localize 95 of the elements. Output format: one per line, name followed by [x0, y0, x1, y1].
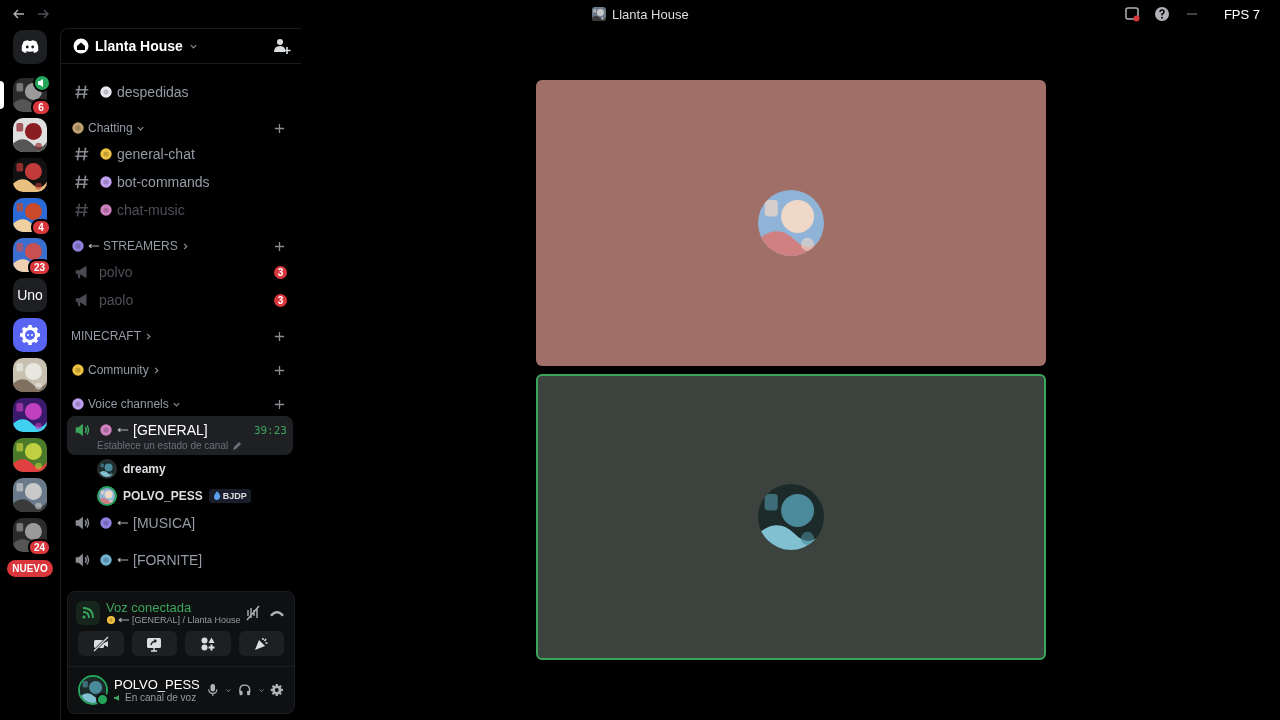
server-icon[interactable]: Uno [13, 278, 47, 312]
text-channel[interactable]: bot-commands [67, 168, 293, 196]
voice-channel[interactable]: [GENERAL] 39:23 Establece un estado de canal [67, 416, 293, 455]
emoji-icon [99, 147, 113, 161]
server-icon[interactable]: 6 [13, 78, 47, 112]
add-channel-icon[interactable] [274, 122, 285, 134]
server-icon[interactable]: 4 [13, 198, 47, 232]
server-icon[interactable]: 23 [13, 238, 47, 272]
category-label[interactable]: Community [88, 363, 149, 377]
gear-icon [18, 323, 42, 347]
video-tile[interactable] [535, 80, 1046, 366]
speaker-icon [73, 551, 91, 569]
flame-icon [212, 491, 221, 500]
squiggle-icon [118, 616, 130, 624]
home-icon [73, 38, 89, 54]
home-button[interactable] [13, 30, 47, 64]
hash-icon [73, 83, 91, 101]
activities-button[interactable] [185, 631, 231, 656]
server-icon[interactable] [13, 318, 47, 352]
camera-off-icon [92, 635, 109, 652]
noise-suppression-off-icon[interactable] [244, 603, 262, 622]
squiggle-icon [117, 519, 129, 527]
emoji-icon [99, 175, 113, 189]
user-name[interactable]: POLVO_PESS [114, 677, 200, 692]
server-icon[interactable]: 24 [13, 518, 47, 552]
server-icon[interactable] [13, 158, 47, 192]
fps-counter: FPS 7 [1223, 6, 1260, 22]
speaker-icon [73, 514, 91, 532]
category-label[interactable]: Voice channels [88, 397, 169, 411]
add-channel-icon[interactable] [274, 330, 285, 342]
call-timer: 39:23 [253, 423, 287, 437]
emoji-icon [99, 516, 113, 530]
emoji-icon [106, 615, 116, 625]
help-icon[interactable] [1153, 6, 1170, 22]
user-avatar[interactable] [78, 675, 108, 705]
voice-user-name[interactable]: dreamy [123, 461, 166, 476]
emoji-icon [99, 85, 113, 99]
server-icon[interactable] [13, 398, 47, 432]
soundboard-button[interactable] [238, 631, 284, 656]
screen-share-button[interactable] [131, 631, 177, 656]
unread-badge: 23 [27, 259, 51, 276]
voice-channel-name[interactable]: [FORNITE] [133, 552, 203, 568]
mention-badge: 3 [274, 265, 287, 279]
server-icon[interactable] [13, 358, 47, 392]
voice-status[interactable]: Voz conectada [106, 600, 238, 615]
server-icon[interactable] [13, 478, 47, 512]
hash-icon [73, 145, 91, 163]
new-badge[interactable]: NUEVO [7, 560, 53, 577]
voice-location[interactable]: [GENERAL] / Llanta House [132, 615, 241, 625]
speaker-icon [114, 693, 122, 702]
category-label[interactable]: Chatting [88, 121, 133, 135]
text-channel[interactable]: despedidas [67, 78, 293, 106]
hash-icon [73, 173, 91, 191]
screen-share-icon [146, 635, 163, 652]
voice-channel-name[interactable]: [MUSICA] [133, 515, 196, 531]
server-icon[interactable] [13, 438, 47, 472]
add-channel-icon[interactable] [274, 364, 285, 376]
mention-badge: 3 [274, 293, 287, 307]
server-icon[interactable] [13, 118, 47, 152]
unread-badge: 24 [27, 539, 51, 556]
announcement-channel[interactable]: polvo 3 [67, 258, 293, 286]
voice-user-name[interactable]: POLVO_PESS [123, 488, 203, 503]
party-horn-icon [253, 635, 270, 652]
camera-off-button[interactable] [78, 631, 124, 656]
pencil-icon[interactable] [232, 440, 243, 451]
window-title: Llanta House [612, 6, 689, 22]
squiggle-icon [88, 242, 100, 250]
squiggle-icon [117, 426, 129, 434]
guild-tag: BJDP [208, 488, 251, 503]
add-channel-icon[interactable] [274, 398, 285, 410]
unread-badge: 4 [31, 219, 51, 236]
signal-icon [80, 604, 96, 621]
emoji-icon [99, 203, 113, 217]
video-tile[interactable] [535, 374, 1046, 660]
emoji-icon [99, 423, 113, 437]
squiggle-icon [117, 556, 129, 564]
back-arrow-icon[interactable] [12, 7, 26, 21]
settings-icon[interactable] [270, 681, 284, 699]
text-channel[interactable]: general-chat [67, 140, 293, 168]
server-name[interactable]: Llanta House [95, 38, 183, 54]
emoji-icon [99, 553, 113, 567]
inbox-icon[interactable] [1123, 6, 1140, 22]
voice-channel-name[interactable]: [GENERAL] [133, 422, 208, 438]
hash-icon [73, 201, 91, 219]
user-status: En canal de voz [125, 692, 197, 703]
invite-people-icon[interactable] [273, 37, 291, 55]
microphone-icon[interactable] [205, 681, 220, 699]
category-label[interactable]: STREAMERS [103, 239, 178, 253]
speaker-icon [73, 421, 91, 439]
shapes-icon [199, 635, 216, 652]
announcement-channel[interactable]: paolo 3 [67, 286, 293, 314]
add-channel-icon[interactable] [274, 240, 285, 252]
unread-badge: 6 [31, 99, 51, 116]
category-label[interactable]: MINECRAFT [71, 329, 141, 343]
forward-arrow-icon[interactable] [36, 7, 50, 21]
